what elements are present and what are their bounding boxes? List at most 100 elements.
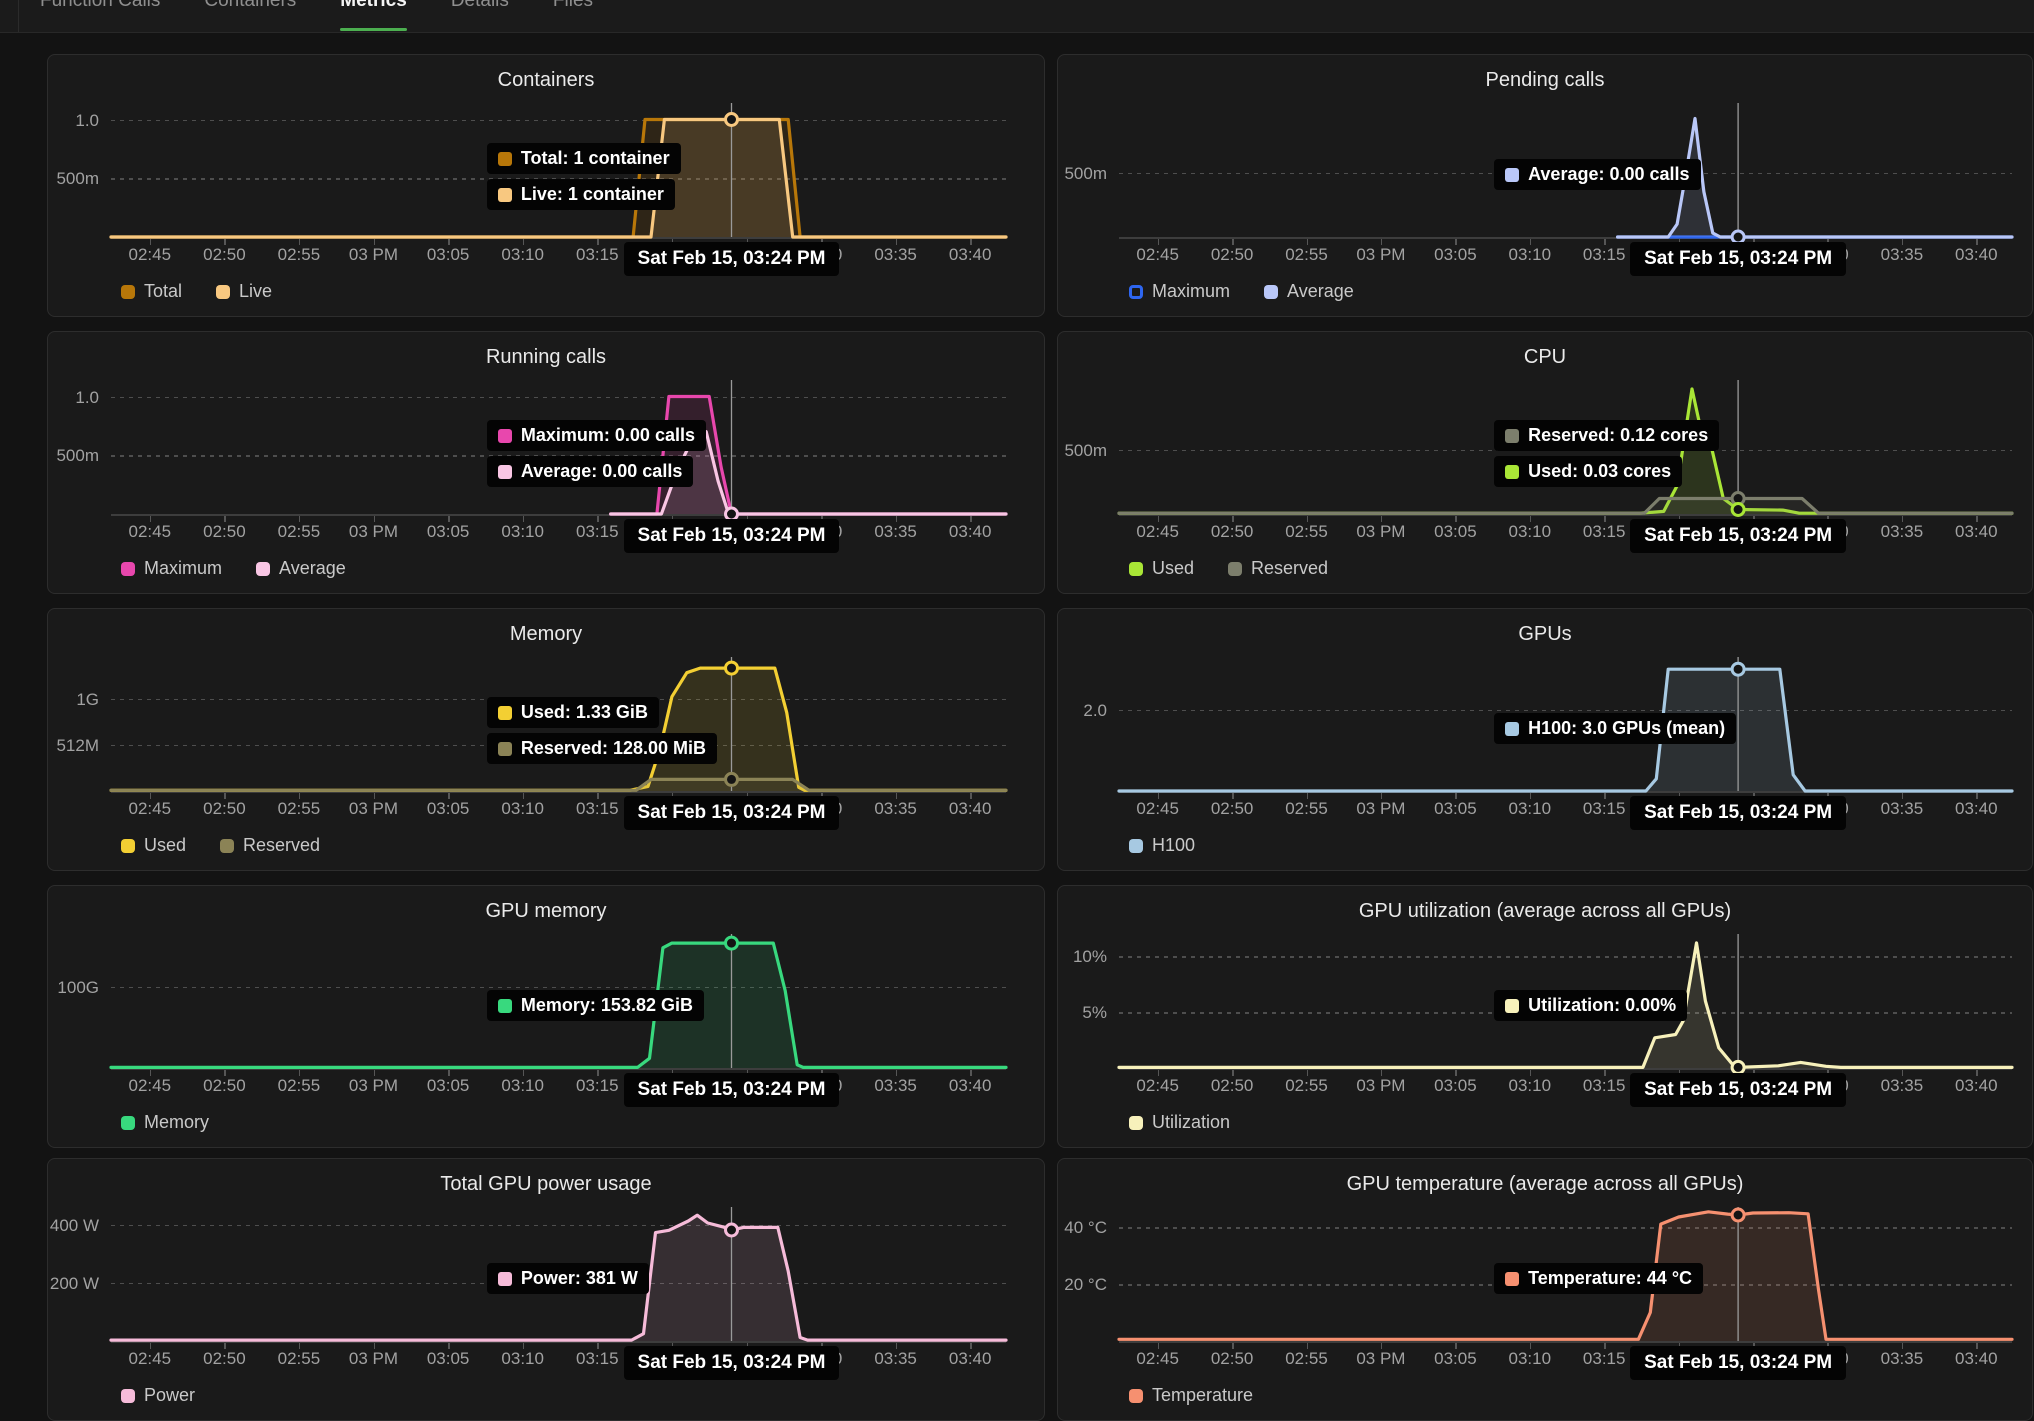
x-axis-label: 03:05 — [427, 1076, 470, 1096]
tooltip-swatch — [1505, 722, 1519, 736]
legend-item-power[interactable]: Power — [121, 1385, 195, 1406]
legend-item-live[interactable]: Live — [216, 281, 272, 302]
x-axis-label: 03:15 — [576, 245, 619, 265]
chart-tooltip: Reserved: 0.12 coresUsed: 0.03 cores — [1494, 420, 1719, 487]
y-axis-label: 400 W — [48, 1216, 99, 1236]
tooltip-label: Average: 0.00 calls — [521, 461, 682, 482]
legend-item-average[interactable]: Average — [1264, 281, 1354, 302]
x-axis-label: 03:35 — [1881, 522, 1924, 542]
legend-swatch-live — [216, 285, 230, 299]
tooltip-swatch — [498, 742, 512, 756]
chart-legend: Used Reserved — [121, 835, 320, 856]
legend-item-used[interactable]: Used — [121, 835, 186, 856]
x-axis-label: 03:40 — [1955, 522, 1998, 542]
metric-card-4: CPU500m02:4502:5002:5503 PM03:0503:1003:… — [1057, 331, 2033, 594]
x-axis-label: 03:10 — [1509, 799, 1552, 819]
legend-item-maximum[interactable]: Maximum — [1129, 281, 1230, 302]
x-axis-label: 03:05 — [427, 1349, 470, 1369]
x-axis-label: 03:40 — [949, 1349, 992, 1369]
x-axis-label: 02:50 — [203, 522, 246, 542]
x-axis-label: 03:15 — [1583, 1076, 1626, 1096]
legend-label: Utilization — [1152, 1112, 1230, 1133]
chart-legend: Utilization — [1129, 1112, 1230, 1133]
legend-label: Temperature — [1152, 1385, 1253, 1406]
legend-swatch-temperature — [1129, 1389, 1143, 1403]
y-axis-label: 1.0 — [48, 111, 99, 131]
x-axis-label: 03:15 — [576, 799, 619, 819]
x-axis-label: 02:50 — [1211, 799, 1254, 819]
legend-item-utilization[interactable]: Utilization — [1129, 1112, 1230, 1133]
legend-item-temperature[interactable]: Temperature — [1129, 1385, 1253, 1406]
legend-item-total[interactable]: Total — [121, 281, 182, 302]
legend-item-maximum[interactable]: Maximum — [121, 558, 222, 579]
tab-function-calls[interactable]: Function Calls — [40, 0, 160, 12]
legend-label: Power — [144, 1385, 195, 1406]
x-axis-label: 02:55 — [1285, 1076, 1328, 1096]
tooltip-label: Reserved: 128.00 MiB — [521, 738, 706, 759]
chart-title: GPU utilization (average across all GPUs… — [1058, 900, 2032, 923]
x-axis-label: 03 PM — [349, 799, 398, 819]
x-axis-label: 03:05 — [1434, 799, 1477, 819]
crosshair-date-tooltip: Sat Feb 15, 03:24 PM — [1630, 1073, 1846, 1107]
x-axis-label: 02:45 — [1136, 799, 1179, 819]
metric-card-10: GPU temperature (average across all GPUs… — [1057, 1158, 2033, 1421]
tooltip-label: Maximum: 0.00 calls — [521, 425, 695, 446]
chart-tooltip: Used: 1.33 GiB Reserved: 128.00 MiB — [487, 697, 717, 764]
x-axis-label: 02:55 — [1285, 245, 1328, 265]
chart-title: Pending calls — [1058, 69, 2032, 92]
x-axis-line — [1119, 1341, 2012, 1343]
tooltip-swatch — [498, 429, 512, 443]
x-axis-label: 02:55 — [278, 1349, 321, 1369]
tooltip-label: H100: 3.0 GPUs (mean) — [1528, 718, 1725, 739]
tooltip-label: Memory: 153.82 GiB — [521, 995, 693, 1016]
legend-label: H100 — [1152, 835, 1195, 856]
y-axis-label: 500m — [48, 446, 99, 466]
x-axis-label: 03:40 — [949, 799, 992, 819]
crosshair-date-tooltip: Sat Feb 15, 03:24 PM — [624, 1073, 840, 1107]
x-axis-label: 03:05 — [1434, 1349, 1477, 1369]
x-axis-label: 03:05 — [427, 245, 470, 265]
chart-legend: Used Reserved — [1129, 558, 1328, 579]
hover-marker — [1732, 1209, 1744, 1221]
tab-list: Function Calls Containers Metrics Detail… — [40, 0, 593, 12]
chart-title: CPU — [1058, 346, 2032, 369]
tab-details[interactable]: Details — [451, 0, 509, 12]
legend-item-memory[interactable]: Memory — [121, 1112, 209, 1133]
y-axis-label: 2.0 — [1058, 701, 1107, 721]
x-axis-label: 03:35 — [1881, 1349, 1924, 1369]
hover-marker — [726, 662, 738, 674]
x-axis-label: 03:35 — [874, 799, 917, 819]
metric-card-8: GPU utilization (average across all GPUs… — [1057, 885, 2033, 1148]
tooltip-label: Live: 1 container — [521, 184, 664, 205]
x-axis-label: 02:55 — [278, 1076, 321, 1096]
legend-label: Memory — [144, 1112, 209, 1133]
legend-label: Used — [1152, 558, 1194, 579]
tooltip-swatch — [498, 999, 512, 1013]
chart-legend: Temperature — [1129, 1385, 1253, 1406]
legend-swatch-average — [1264, 285, 1278, 299]
legend-item-reserved[interactable]: Reserved — [220, 835, 320, 856]
x-axis-label: 02:55 — [1285, 1349, 1328, 1369]
x-axis-label: 02:45 — [129, 245, 172, 265]
x-axis-label: 02:55 — [278, 522, 321, 542]
crosshair-date-tooltip: Sat Feb 15, 03:24 PM — [624, 796, 840, 830]
legend-item-average[interactable]: Average — [256, 558, 346, 579]
tooltip-swatch — [498, 188, 512, 202]
x-axis-label: 02:45 — [129, 1349, 172, 1369]
tab-files[interactable]: Files — [553, 0, 593, 12]
legend-item-h100[interactable]: H100 — [1129, 835, 1195, 856]
tab-containers[interactable]: Containers — [204, 0, 296, 12]
legend-label: Maximum — [144, 558, 222, 579]
tooltip-label: Used: 1.33 GiB — [521, 702, 648, 723]
legend-label: Total — [144, 281, 182, 302]
tab-metrics-label: Metrics — [340, 0, 407, 11]
legend-item-used[interactable]: Used — [1129, 558, 1194, 579]
legend-label: Live — [239, 281, 272, 302]
hover-marker — [726, 114, 738, 126]
legend-item-reserved[interactable]: Reserved — [1228, 558, 1328, 579]
tab-metrics[interactable]: Metrics — [340, 0, 407, 12]
legend-swatch-utilization — [1129, 1116, 1143, 1130]
legend-swatch-maximum — [1129, 285, 1143, 299]
tooltip-row: Memory: 153.82 GiB — [487, 990, 704, 1021]
metric-card-3: Running calls1.0500m02:4502:5002:5503 PM… — [47, 331, 1045, 594]
